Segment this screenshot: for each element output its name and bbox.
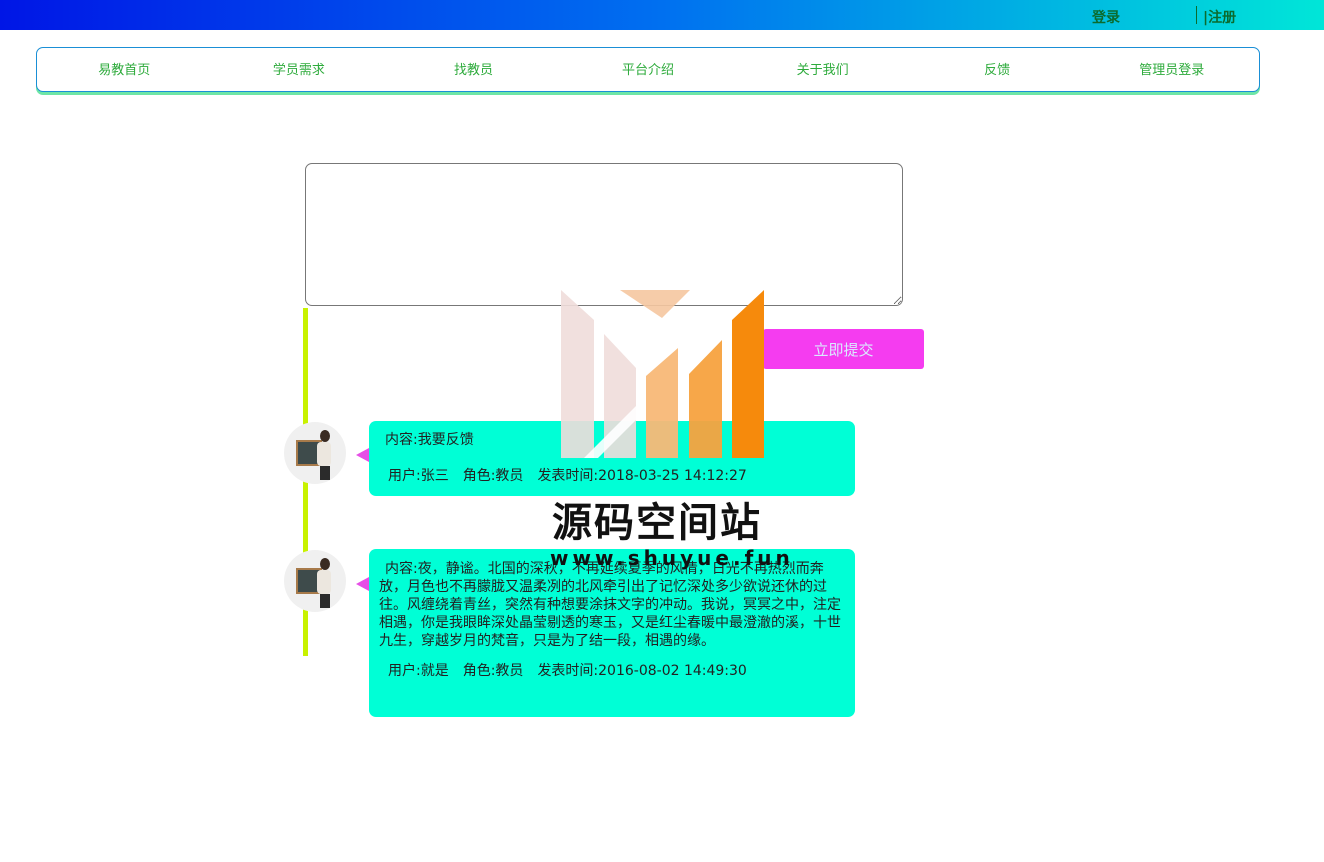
feedback-content: 内容:我要反馈: [385, 432, 474, 448]
main-nav: 易教首页 学员需求 找教员 平台介绍 关于我们 反馈 管理员登录: [36, 47, 1260, 92]
feedback-bubble: 内容:夜，静谧。北国的深秋，不再延续夏季的风情，日光不再热烈而奔放，月色也不再朦…: [369, 549, 855, 717]
nav-item-admin-login[interactable]: 管理员登录: [1084, 48, 1259, 91]
submit-button[interactable]: 立即提交: [763, 329, 924, 369]
feedback-role: 角色:教员: [462, 663, 524, 679]
nav-item-student-requests[interactable]: 学员需求: [212, 48, 387, 91]
feedback-user: 用户:张三: [388, 468, 449, 484]
feedback-meta: 用户:张三 角色:教员 发表时间:2018-03-25 14:12:27: [369, 467, 855, 485]
watermark-title: 源码空间站: [552, 500, 762, 546]
nav-item-home[interactable]: 易教首页: [37, 48, 212, 91]
register-link[interactable]: |注册: [1203, 7, 1236, 27]
feedback-textarea[interactable]: [305, 163, 903, 306]
avatar: [284, 550, 346, 612]
nav-item-platform-intro[interactable]: 平台介绍: [561, 48, 736, 91]
feedback-user: 用户:就是: [388, 663, 449, 679]
divider: [1196, 6, 1197, 24]
top-bar: 登录 |注册: [0, 0, 1324, 30]
feedback-bubble: 内容:我要反馈 用户:张三 角色:教员 发表时间:2018-03-25 14:12:…: [369, 421, 855, 496]
feedback-role: 角色:教员: [462, 468, 524, 484]
nav-item-feedback[interactable]: 反馈: [910, 48, 1085, 91]
login-link[interactable]: 登录: [1092, 7, 1120, 27]
feedback-meta: 用户:就是 角色:教员 发表时间:2016-08-02 14:49:30: [369, 662, 855, 680]
bubble-pointer: [356, 448, 369, 462]
feedback-time: 发表时间:2018-03-25 14:12:27: [537, 468, 747, 484]
avatar: [284, 422, 346, 484]
feedback-time: 发表时间:2016-08-02 14:49:30: [537, 663, 747, 679]
feedback-content: 内容:夜，静谧。北国的深秋，不再延续夏季的风情，日光不再热烈而奔放，月色也不再朦…: [379, 561, 841, 649]
nav-item-find-tutor[interactable]: 找教员: [386, 48, 561, 91]
nav-item-about-us[interactable]: 关于我们: [735, 48, 910, 91]
bubble-pointer: [356, 577, 369, 591]
